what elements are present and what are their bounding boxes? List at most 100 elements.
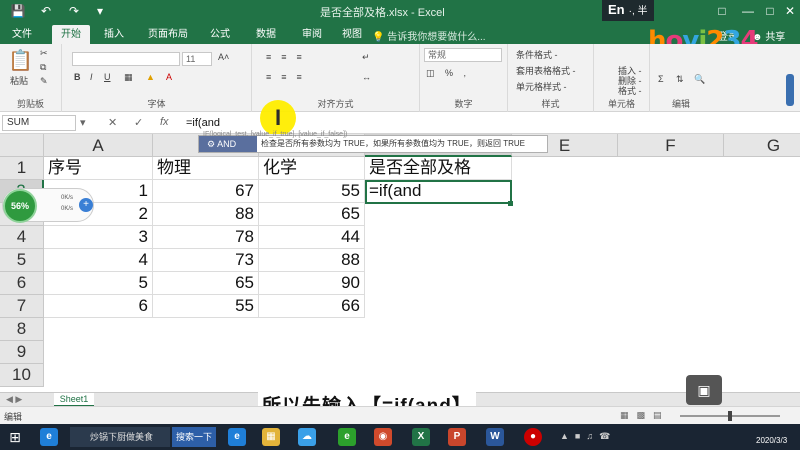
wrap-text-icon[interactable]: ↵ [362, 52, 370, 63]
find-icon[interactable]: 🔍 [694, 74, 705, 85]
cell-b5[interactable]: 73 [153, 249, 259, 272]
row-header-6[interactable]: 6 [0, 272, 44, 295]
cell-c1[interactable]: 化学 [259, 157, 365, 180]
cell-a7[interactable]: 6 [44, 295, 153, 318]
cell-d1[interactable]: 是否全部及格 [365, 157, 512, 180]
select-all-corner[interactable] [0, 134, 44, 157]
customize-toolbar-icon[interactable]: ▾ [92, 3, 108, 19]
fill-color-icon[interactable]: ▲ [146, 72, 155, 82]
close-icon[interactable]: ✕ [780, 2, 800, 20]
cell-b4[interactable]: 78 [153, 226, 259, 249]
number-format-box[interactable]: 常规 [424, 48, 502, 62]
speed-boost-icon[interactable]: + [79, 198, 93, 212]
side-slider[interactable] [786, 74, 794, 106]
redo-icon[interactable]: ↷ [66, 3, 82, 19]
sheet-nav-icons[interactable]: ◀ ▶ [6, 394, 22, 405]
browser-360-icon[interactable]: e [338, 428, 356, 446]
ie-icon[interactable]: e [40, 428, 58, 446]
sort-filter-icon[interactable]: ⇅ [676, 74, 684, 85]
tab-file[interactable]: 文件 [4, 25, 40, 44]
cell-a4[interactable]: 3 [44, 226, 153, 249]
tab-formulas[interactable]: 公式 [202, 25, 238, 44]
sum-icon[interactable]: Σ [658, 74, 664, 84]
font-size-box[interactable]: 11 [182, 52, 212, 66]
bold-icon[interactable]: B [74, 72, 81, 82]
record-icon[interactable]: ● [524, 428, 542, 446]
cell-b7[interactable]: 55 [153, 295, 259, 318]
cell-b1[interactable]: 物理 [153, 157, 259, 180]
taskbar-browser-window[interactable]: 炒锅下厨做美食 [70, 427, 170, 447]
column-header-a[interactable]: A [44, 134, 153, 157]
minimize-icon[interactable]: — [738, 2, 758, 20]
cell-b3[interactable]: 88 [153, 203, 259, 226]
cell-c5[interactable]: 88 [259, 249, 365, 272]
row-header-7[interactable]: 7 [0, 295, 44, 318]
cell-a6[interactable]: 5 [44, 272, 153, 295]
tab-data[interactable]: 数据 [248, 25, 284, 44]
paste-button[interactable]: 粘贴 [10, 74, 28, 87]
cell-styles-button[interactable]: 单元格样式 - [516, 80, 567, 93]
column-header-f[interactable]: F [618, 134, 724, 157]
merge-center-icon[interactable]: ↔ [362, 72, 371, 82]
windows-start-icon[interactable]: ⊞ [0, 424, 30, 450]
format-cells-button[interactable]: 格式 - [618, 84, 642, 97]
edge-icon[interactable]: e [228, 428, 246, 446]
copy-icon[interactable]: ⧉ [40, 62, 46, 73]
tab-home[interactable]: 开始 [52, 25, 90, 44]
tab-insert[interactable]: 插入 [96, 25, 132, 44]
cell-a5[interactable]: 4 [44, 249, 153, 272]
spreadsheet-grid[interactable]: A B C D E F G 1 2 3 4 5 6 7 8 9 10 序号 物理… [0, 134, 800, 392]
cell-c7[interactable]: 66 [259, 295, 365, 318]
view-mode-icons[interactable]: ▦▩▤ [620, 410, 670, 421]
undo-icon[interactable]: ↶ [38, 3, 54, 19]
autocomplete-item-and[interactable]: ⚙ AND [199, 136, 257, 152]
underline-icon[interactable]: U [104, 72, 111, 82]
tab-view[interactable]: 视图 [334, 25, 370, 44]
cell-b2[interactable]: 67 [153, 180, 259, 203]
tab-page-layout[interactable]: 页面布局 [142, 25, 194, 44]
format-as-table-button[interactable]: 套用表格格式 - [516, 64, 576, 77]
fill-handle[interactable] [508, 201, 513, 206]
tab-review[interactable]: 审阅 [294, 25, 330, 44]
name-box[interactable]: SUM [2, 115, 76, 131]
cell-c6[interactable]: 90 [259, 272, 365, 295]
cut-icon[interactable]: ✂ [40, 48, 48, 59]
network-speed-widget[interactable]: 56% 0K/s 0K/s + [2, 188, 94, 223]
vertical-align-icons[interactable]: ≡≡≡ [266, 52, 312, 62]
row-header-4[interactable]: 4 [0, 226, 44, 249]
cell-c3[interactable]: 65 [259, 203, 365, 226]
paste-icon[interactable]: 📋 [8, 48, 33, 73]
font-name-box[interactable] [72, 52, 180, 66]
horizontal-align-icons[interactable]: ≡≡≡ [266, 72, 312, 82]
chrome-icon[interactable]: ◉ [374, 428, 392, 446]
sheet-tab-sheet1[interactable]: Sheet1 [54, 393, 94, 407]
row-header-5[interactable]: 5 [0, 249, 44, 272]
cell-a1[interactable]: 序号 [44, 157, 153, 180]
tell-me-box[interactable]: 💡 告诉我你想要做什么... [372, 28, 486, 43]
stamp-icon[interactable]: ▣ [686, 375, 722, 405]
powerpoint-icon[interactable]: P [448, 428, 466, 446]
ribbon-display-icon[interactable]: □ [712, 2, 732, 20]
maximize-icon[interactable]: □ [760, 2, 780, 20]
save-icon[interactable]: 💾 [10, 3, 26, 19]
number-format-icons[interactable]: ◫ % , [426, 68, 470, 79]
cell-c4[interactable]: 44 [259, 226, 365, 249]
italic-icon[interactable]: I [90, 72, 93, 82]
word-icon[interactable]: W [486, 428, 504, 446]
increase-font-icon[interactable]: A˄ [218, 52, 229, 62]
cell-d2-editing[interactable]: =if(and [365, 180, 512, 203]
format-painter-icon[interactable]: ✎ [40, 76, 48, 87]
insert-function-icon[interactable]: fx [160, 116, 169, 128]
cell-c2[interactable]: 55 [259, 180, 365, 203]
name-box-dropdown-icon[interactable]: ▾ [80, 116, 86, 129]
excel-icon[interactable]: X [412, 428, 430, 446]
enter-formula-icon[interactable]: ✓ [134, 116, 143, 129]
font-color-icon[interactable]: A [166, 72, 172, 82]
cell-b6[interactable]: 65 [153, 272, 259, 295]
row-header-10[interactable]: 10 [0, 364, 44, 387]
file-explorer-icon[interactable]: ▦ [262, 428, 280, 446]
system-tray-icons[interactable]: ▲■♫☎ [560, 431, 616, 442]
row-header-9[interactable]: 9 [0, 341, 44, 364]
ime-indicator[interactable]: En ·, 半 [602, 0, 654, 21]
zoom-knob[interactable] [728, 411, 732, 421]
